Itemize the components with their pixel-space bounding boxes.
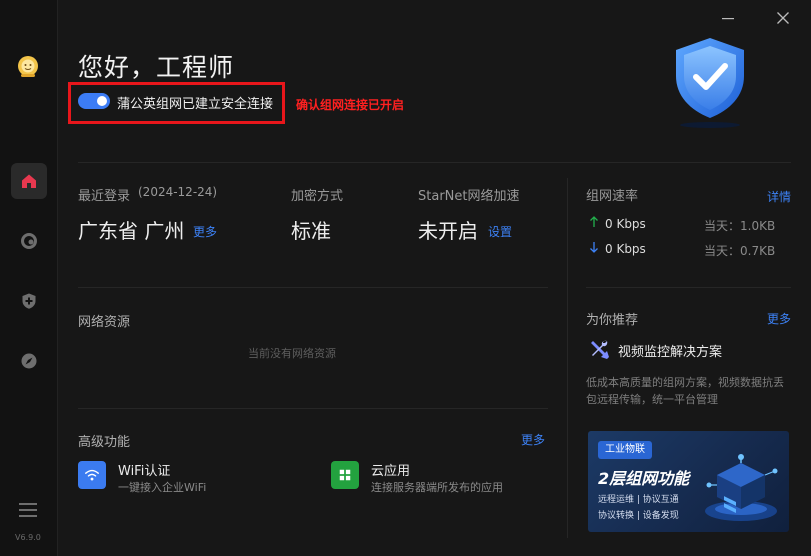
sidebar-item-home[interactable]	[11, 163, 47, 199]
download-arrow-icon	[590, 242, 598, 253]
banner-line-1: 远程运维 | 协议互通	[598, 495, 679, 505]
resources-empty-note: 当前没有网络资源	[248, 347, 336, 360]
annotation-note: 确认组网连接已开启	[296, 98, 405, 112]
divider	[78, 162, 791, 163]
connection-toggle[interactable]	[78, 93, 110, 109]
sidebar-item-discover[interactable]	[11, 343, 47, 379]
feature-wifi-subtitle: 一键接入企业WiFi	[118, 481, 207, 494]
feature-wifi-title[interactable]: WiFi认证	[118, 460, 170, 479]
encryption-label: 加密方式	[291, 189, 344, 204]
minimize-button[interactable]	[718, 8, 738, 28]
avatar[interactable]	[15, 54, 41, 80]
upload-today: 当天：1.0KB	[704, 219, 776, 233]
sidebar-item-network[interactable]	[11, 223, 47, 259]
last-login-label: 最近登录	[78, 189, 131, 204]
location-more-link[interactable]: 更多	[193, 223, 217, 240]
recommend-title: 为你推荐	[586, 313, 639, 328]
tools-icon	[591, 340, 609, 359]
sidebar: V6.9.0	[0, 0, 58, 556]
apps-grid-icon[interactable]	[331, 461, 359, 489]
resources-title: 网络资源	[78, 315, 131, 330]
banner-tag: 工业物联	[598, 441, 652, 459]
home-icon	[22, 174, 36, 188]
recommend-more-link[interactable]: 更多	[767, 310, 791, 327]
avatar-icon	[18, 56, 38, 77]
main-panel: 您好，工程师 蒲公英组网已建立安全连接 确认组网连接已开启 最近登录 (2024…	[58, 0, 811, 556]
menu-icon[interactable]	[19, 502, 37, 517]
encryption-value: 标准	[291, 219, 331, 243]
upload-arrow-icon	[590, 216, 598, 227]
accel-settings-link[interactable]: 设置	[488, 223, 512, 240]
accel-label: StarNet网络加速	[418, 189, 520, 204]
accel-value: 未开启	[418, 219, 478, 243]
banner-title: 2层组网功能	[598, 469, 690, 488]
download-today: 当天：0.7KB	[704, 244, 776, 258]
shield-plus-icon	[22, 293, 36, 309]
toggle-knob	[97, 96, 107, 106]
greeting-title: 您好，工程师	[78, 53, 235, 82]
connection-status: 蒲公英组网已建立安全连接	[117, 97, 274, 112]
recommend-item-desc: 低成本高质量的组网方案，视频数据抗丢包远程传输，统一平台管理	[586, 376, 784, 406]
last-login-date: (2024-12-24)	[138, 185, 218, 199]
security-shield-icon	[670, 34, 750, 130]
minimize-icon	[722, 18, 734, 20]
login-location: 广东省 广州	[78, 219, 185, 243]
divider	[78, 408, 548, 409]
promo-banner[interactable]: 工业物联 2层组网功能 远程运维 | 协议互通 协议转换 | 设备发现	[588, 431, 789, 532]
banner-line-2: 协议转换 | 设备发现	[598, 511, 679, 521]
server-device-icon	[705, 454, 778, 521]
divider	[78, 287, 548, 288]
version-label: V6.9.0	[15, 533, 41, 542]
recommend-item-title[interactable]: 视频监控解决方案	[618, 341, 722, 360]
feature-cloud-app-title[interactable]: 云应用	[371, 460, 410, 479]
divider	[567, 178, 568, 538]
wifi-icon[interactable]	[78, 461, 106, 489]
compass-icon	[21, 353, 37, 369]
download-speed: 0 Kbps	[605, 242, 646, 256]
close-button[interactable]	[773, 8, 793, 28]
network-icon	[21, 233, 37, 249]
upload-speed: 0 Kbps	[605, 217, 646, 231]
advanced-more-link[interactable]: 更多	[521, 431, 545, 448]
speed-detail-link[interactable]: 详情	[767, 188, 791, 205]
divider	[586, 287, 791, 288]
speed-title: 组网速率	[586, 189, 639, 204]
feature-cloud-app-subtitle: 连接服务器端所发布的应用	[371, 481, 503, 494]
close-icon	[777, 12, 789, 24]
sidebar-item-security[interactable]	[11, 283, 47, 319]
advanced-title: 高级功能	[78, 435, 131, 450]
